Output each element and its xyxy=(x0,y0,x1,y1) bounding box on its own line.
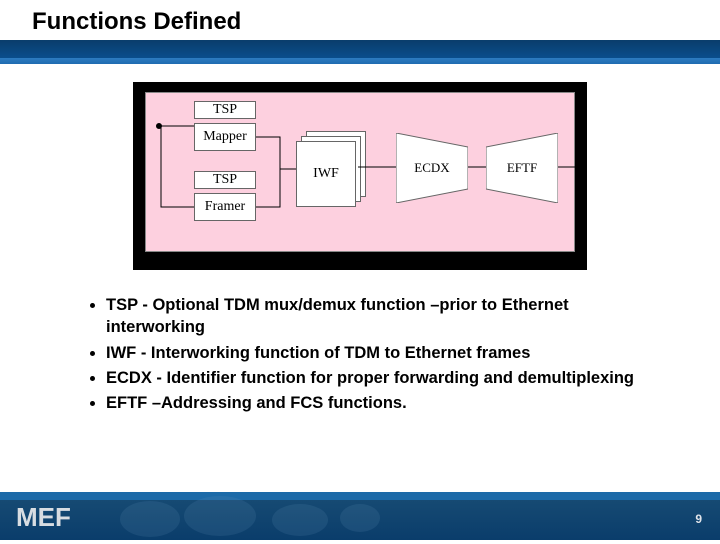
connector-lines-mid xyxy=(256,133,300,213)
ecdx-label: ECDX xyxy=(396,133,468,203)
iwf-stack: IWF xyxy=(296,131,362,205)
eftf-label: EFTF xyxy=(486,133,558,203)
bullet-iwf: IWF - Interworking function of TDM to Et… xyxy=(106,342,670,364)
header-accent-bars xyxy=(0,40,720,64)
mapper-box: Mapper xyxy=(194,123,256,151)
bullet-eftf: EFTF –Addressing and FCS functions. xyxy=(106,392,670,414)
slide-content: TSP Mapper TSP Framer IWF xyxy=(0,64,720,414)
diagram-container: TSP Mapper TSP Framer IWF xyxy=(50,82,670,270)
world-map-icon xyxy=(110,494,390,544)
slide-footer: MEF 9 xyxy=(0,492,720,540)
bullet-ecdx: ECDX - Identifier function for proper fo… xyxy=(106,367,670,389)
eftf-box: EFTF xyxy=(486,133,558,208)
connector-lines-left xyxy=(160,123,196,213)
tsp-box-2: TSP xyxy=(194,171,256,189)
framer-box: Framer xyxy=(194,193,256,221)
ecdx-box: ECDX xyxy=(396,133,468,208)
connector-output xyxy=(558,165,576,169)
page-title: Functions Defined xyxy=(32,8,241,36)
page-number: 9 xyxy=(695,512,702,526)
mef-logo: MEF xyxy=(16,502,71,533)
diagram-frame: TSP Mapper TSP Framer IWF xyxy=(133,82,587,270)
iwf-box: IWF xyxy=(296,141,356,207)
tsp-box-1: TSP xyxy=(194,101,256,119)
bullet-list: TSP - Optional TDM mux/demux function –p… xyxy=(50,294,670,414)
connector-ecdx-eftf xyxy=(468,165,488,169)
slide-header: Functions Defined xyxy=(0,0,720,64)
functions-diagram: TSP Mapper TSP Framer IWF xyxy=(145,92,575,252)
bullet-tsp: TSP - Optional TDM mux/demux function –p… xyxy=(106,294,670,339)
connector-iwf-ecdx xyxy=(358,165,398,169)
